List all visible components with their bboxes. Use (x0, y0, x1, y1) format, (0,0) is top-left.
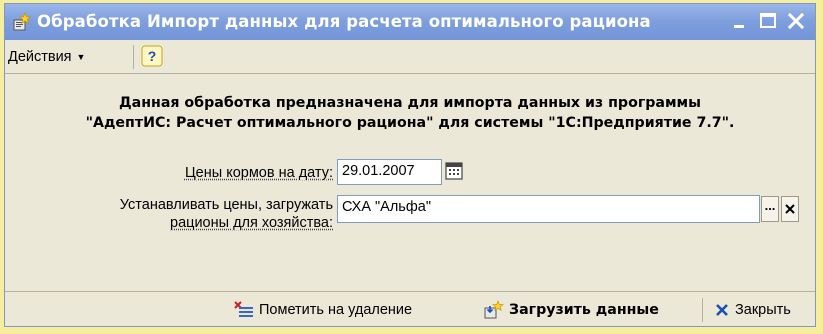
load-data-button[interactable]: Загрузить данные (483, 298, 659, 322)
calendar-button[interactable] (444, 161, 464, 181)
processing-icon (12, 12, 32, 32)
feed-prices-date-label: Цены кормов на дату: (184, 165, 333, 181)
select-farm-button[interactable]: ... (761, 196, 779, 222)
actions-menu-button[interactable]: Действия ▼ (8, 46, 85, 68)
farm-label: Устанавливать цены, загружать рационы дл… (120, 196, 333, 232)
title-bar[interactable]: Обработка Импорт данных для расчета опти… (5, 4, 815, 40)
farm-label-line-2: рационы для хозяйства: (170, 215, 333, 231)
mark-for-deletion-label: Пометить на удаление (259, 302, 413, 318)
window-title: Обработка Импорт данных для расчета опти… (37, 12, 651, 31)
load-data-icon (484, 300, 504, 319)
description-line-2: "АдептИС: Расчет оптимального рациона" д… (85, 115, 735, 131)
close-label: Закрыть (735, 302, 791, 318)
close-button[interactable]: Закрыть (713, 298, 791, 322)
actions-label: Действия (8, 49, 72, 65)
help-icon: ? (148, 48, 157, 64)
chevron-down-icon: ▼ (76, 52, 86, 62)
load-data-label: Загрузить данные (509, 302, 659, 318)
mark-for-deletion-button[interactable]: Пометить на удаление (233, 298, 412, 322)
farm-field[interactable]: СХА "Альфа" (337, 195, 760, 223)
dialog-window: Обработка Импорт данных для расчета опти… (4, 3, 816, 327)
bottom-bar: Пометить на удаление Загрузить данные За… (5, 291, 815, 326)
help-button[interactable]: ? (141, 45, 163, 67)
maximize-button[interactable] (757, 10, 779, 32)
close-icon (716, 304, 728, 316)
description-line-1: Данная обработка предназначена для импор… (119, 95, 701, 111)
bottom-separator (702, 298, 703, 322)
clear-farm-button[interactable] (781, 196, 799, 222)
minimize-button[interactable] (729, 10, 751, 32)
toolbar-separator (133, 45, 134, 69)
toolbar: Действия ▼ ? (5, 40, 815, 74)
farm-label-line-1: Устанавливать цены, загружать (119, 197, 333, 213)
close-window-button[interactable] (785, 10, 807, 32)
clear-icon (785, 204, 795, 214)
calendar-icon (445, 162, 463, 180)
description-text: Данная обработка предназначена для импор… (5, 93, 815, 133)
date-field[interactable]: 29.01.2007 (337, 159, 442, 185)
mark-delete-icon (234, 301, 253, 317)
